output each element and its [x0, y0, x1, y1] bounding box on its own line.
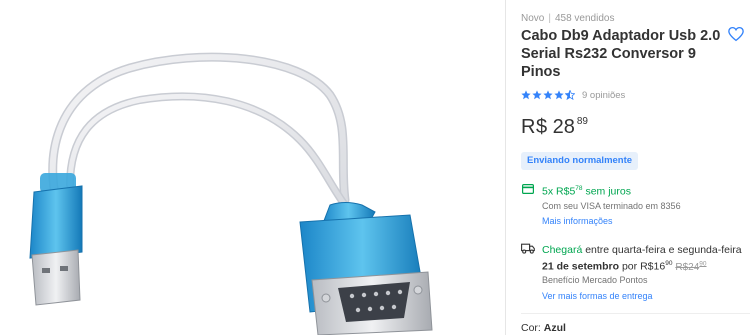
sold-count: 458 vendidos: [554, 13, 615, 24]
shipping-price-cents: 90: [665, 260, 673, 267]
rating-summary[interactable]: 9 opiniões: [521, 89, 625, 101]
shipping-old-cents: 90: [699, 260, 707, 268]
star-half-icon: [565, 90, 575, 100]
buy-box: Novo | 458 vendidos Cabo Db9 Adaptador Usb…: [521, 0, 750, 335]
price-integer: 28: [552, 116, 575, 138]
price-cents: 89: [576, 116, 588, 127]
product-subtitle: Novo | 458 vendidos: [521, 13, 614, 24]
more-info-link[interactable]: Mais informações: [542, 216, 613, 226]
shipping-por: por: [621, 260, 638, 273]
card-info: Com seu VISA terminado em 8356: [542, 201, 681, 211]
reviews-count: 9 opiniões: [582, 89, 626, 101]
shipping-price-int: 16: [653, 260, 666, 273]
shipping-old-currency: R$: [675, 261, 689, 273]
more-shipping-link[interactable]: Ver mais formas de entrega: [542, 291, 653, 301]
condition-label: Novo: [521, 13, 545, 24]
star-icon: [532, 90, 542, 100]
variation-label: Cor:: [521, 322, 541, 334]
product-photo[interactable]: [0, 0, 505, 335]
shipping-old-int: 24: [688, 261, 700, 273]
column-divider: [505, 0, 506, 335]
star-icon: [554, 90, 564, 100]
shipping-estimate: Chegará entre quarta-feira e segunda-fei…: [542, 243, 750, 275]
credit-card-icon: [522, 184, 534, 194]
shipping-benefit: Benefício Mercado Pontos: [542, 275, 648, 285]
stock-badge: Enviando normalmente: [521, 152, 639, 170]
shipping-range: entre quarta-feira e segunda-feira: [585, 244, 742, 256]
product-image-gallery[interactable]: [0, 0, 505, 335]
shipping-price-currency: R$: [640, 260, 654, 273]
variation-color: Cor: Azul: [521, 322, 566, 334]
installments-offer: 5x R$578 sem juros: [542, 185, 631, 198]
section-divider: [521, 313, 750, 314]
installments-count: 5x: [542, 185, 554, 198]
shipping-prefix: Chegará: [542, 244, 583, 256]
separator: |: [548, 13, 551, 24]
heart-icon[interactable]: [727, 25, 745, 43]
variation-value: Azul: [543, 322, 566, 334]
star-icon: [521, 90, 531, 100]
rating-stars: [521, 90, 575, 100]
installments-cents: 78: [575, 185, 583, 192]
product-title: Cabo Db9 Adaptador Usb 2.0 Serial Rs232 …: [521, 28, 721, 80]
price-currency: R$: [521, 116, 548, 138]
shipping-date: 21 de setembro: [542, 260, 620, 273]
installments-suffix: sem juros: [585, 185, 631, 198]
star-icon: [543, 90, 553, 100]
truck-icon: [521, 243, 535, 254]
installments-currency: R$: [556, 185, 570, 198]
shipping-old-price: R$2490: [675, 260, 707, 273]
price: R$ 28 89: [521, 115, 588, 139]
